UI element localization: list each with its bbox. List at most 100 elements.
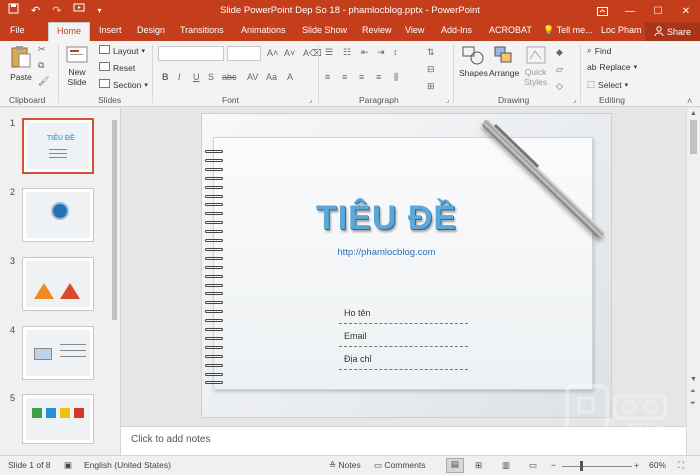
quick-styles-button[interactable]: Quick Styles [524,45,547,87]
field-address[interactable]: Địa chỉ [339,354,468,370]
tell-me-box[interactable]: 💡 Tell me... [543,25,593,36]
decrease-font-icon[interactable]: A˅ [284,48,295,58]
smartart-icon[interactable]: ⊞ [427,81,435,92]
drawing-dialog-launcher-icon[interactable]: ⌟ [573,96,576,104]
reset-button[interactable]: Reset [99,62,135,73]
scroll-down-icon[interactable]: ▼ [690,376,697,383]
collapse-ribbon-icon[interactable]: ˄ [687,96,692,106]
tab-insert[interactable]: Insert [99,25,122,35]
field-name[interactable]: Ho tên [339,308,468,324]
format-painter-icon[interactable]: 🖌 [38,76,49,87]
align-text-icon[interactable]: ⊟ [427,64,435,75]
slide-thumbnail[interactable] [22,326,94,380]
section-button[interactable]: Section ▾ [99,79,148,90]
user-name[interactable]: Loc Pham [601,25,642,35]
slide-thumbnail[interactable] [22,257,94,311]
shape-fill-icon[interactable]: ◆ [556,47,563,58]
font-size-dropdown[interactable] [227,46,261,61]
maximize-icon[interactable]: ☐ [644,0,672,22]
tab-home[interactable]: Home [48,22,91,41]
arrange-button[interactable]: Arrange [489,45,519,78]
field-email[interactable]: Email [339,331,468,347]
strikethrough-button[interactable]: S [208,72,214,82]
zoom-level[interactable]: 60% [649,460,666,470]
copy-icon[interactable]: ⧉ [38,60,44,71]
shape-outline-icon[interactable]: ▱ [556,64,563,75]
share-button[interactable]: Share [645,22,700,41]
close-icon[interactable]: ✕ [672,0,700,22]
tab-design[interactable]: Design [137,25,165,35]
tab-file[interactable]: File [10,25,25,35]
normal-view-icon[interactable]: ▤ [446,458,464,473]
tab-acrobat[interactable]: ACROBAT [489,25,532,35]
spellcheck-icon[interactable]: ▣ [64,460,72,471]
zoom-in-icon[interactable]: + [634,460,639,470]
notes-button[interactable]: ≙ Notes [329,460,361,471]
justify-icon[interactable]: ≡ [376,72,381,82]
scroll-up-icon[interactable]: ▲ [690,110,697,117]
tab-animations[interactable]: Animations [241,25,286,35]
underline-button[interactable]: U [193,72,200,82]
reading-view-icon[interactable]: ▥ [502,460,510,471]
slide-scrollbar[interactable]: ▲ ▼ ⏶ ⏷ [686,108,700,455]
new-slide-button[interactable]: New Slide [66,46,88,87]
bullets-icon[interactable]: ☰ [325,47,333,58]
comments-button[interactable]: ▭ Comments [374,460,426,471]
paragraph-dialog-launcher-icon[interactable]: ⌟ [446,96,449,104]
select-button[interactable]: ⬚ Select ▾ [587,79,628,90]
slide-counter[interactable]: Slide 1 of 8 [8,460,51,470]
slide-thumbnail[interactable] [22,188,94,242]
replace-button[interactable]: ab Replace ▾ [587,62,637,72]
previous-slide-icon[interactable]: ⏶ [690,388,696,396]
slide-show-icon[interactable]: ▭ [529,460,537,471]
text-direction-icon[interactable]: ⇅ [427,47,435,58]
cut-icon[interactable]: ✂ [38,44,46,55]
bold-button[interactable]: B [162,72,169,82]
slide-thumbnail[interactable] [22,394,94,444]
italic-button[interactable]: I [178,72,181,82]
tab-add-ins[interactable]: Add-Ins [441,25,472,35]
slide-thumbnail-pane: 1 TIÊU ĐỀ 2 3 4 5 [0,108,121,455]
tab-view[interactable]: View [405,25,424,35]
line-spacing-icon[interactable]: ↕ [393,47,398,57]
thumbnail-scrollbar[interactable] [110,108,119,455]
spiral-ring [205,354,223,358]
find-button[interactable]: ⌕ Find [587,45,611,56]
align-right-icon[interactable]: ≡ [359,72,364,82]
zoom-slider-track[interactable] [562,466,632,467]
notes-placeholder[interactable]: Click to add notes [131,434,211,445]
tab-review[interactable]: Review [362,25,392,35]
char-spacing-icon[interactable]: AV [247,72,258,82]
language-indicator[interactable]: English (United States) [84,460,171,470]
fit-to-window-icon[interactable]: ⛶ [678,460,684,471]
minimize-icon[interactable]: — [616,0,644,22]
zoom-slider-thumb[interactable] [580,461,583,471]
align-left-icon[interactable]: ≡ [325,72,330,82]
ribbon-display-icon[interactable] [588,0,616,22]
font-dialog-launcher-icon[interactable]: ⌟ [309,96,312,104]
thumbnail-scroll-thumb[interactable] [112,120,117,320]
shape-effects-icon[interactable]: ◇ [556,81,563,92]
next-slide-icon[interactable]: ⏷ [690,400,696,408]
increase-font-icon[interactable]: A˄ [267,48,278,58]
columns-icon[interactable]: ⫼ [394,72,398,83]
tab-slide-show[interactable]: Slide Show [302,25,347,35]
shapes-button[interactable]: Shapes [459,45,488,78]
slide-url[interactable]: http://phamlocblog.com [213,247,560,258]
align-center-icon[interactable]: ≡ [342,72,347,82]
increase-indent-icon[interactable]: ⇥ [377,47,385,58]
slide-sorter-icon[interactable]: ⊞ [475,460,482,471]
zoom-out-icon[interactable]: − [551,460,556,470]
slide-thumbnail[interactable]: TIÊU ĐỀ [22,118,94,174]
paste-button[interactable]: Paste [10,45,32,82]
slide-scroll-thumb[interactable] [690,120,697,154]
numbering-icon[interactable]: ☷ [343,47,351,58]
slide-title[interactable]: TIÊU ĐỀ [213,199,560,238]
layout-button[interactable]: Layout ▾ [99,45,145,56]
tab-transitions[interactable]: Transitions [180,25,224,35]
shadow-button[interactable]: abc [222,72,237,82]
font-name-dropdown[interactable] [158,46,224,61]
change-case-icon[interactable]: Aa [266,72,277,82]
font-color-icon[interactable]: A [287,72,293,82]
decrease-indent-icon[interactable]: ⇤ [361,47,369,58]
